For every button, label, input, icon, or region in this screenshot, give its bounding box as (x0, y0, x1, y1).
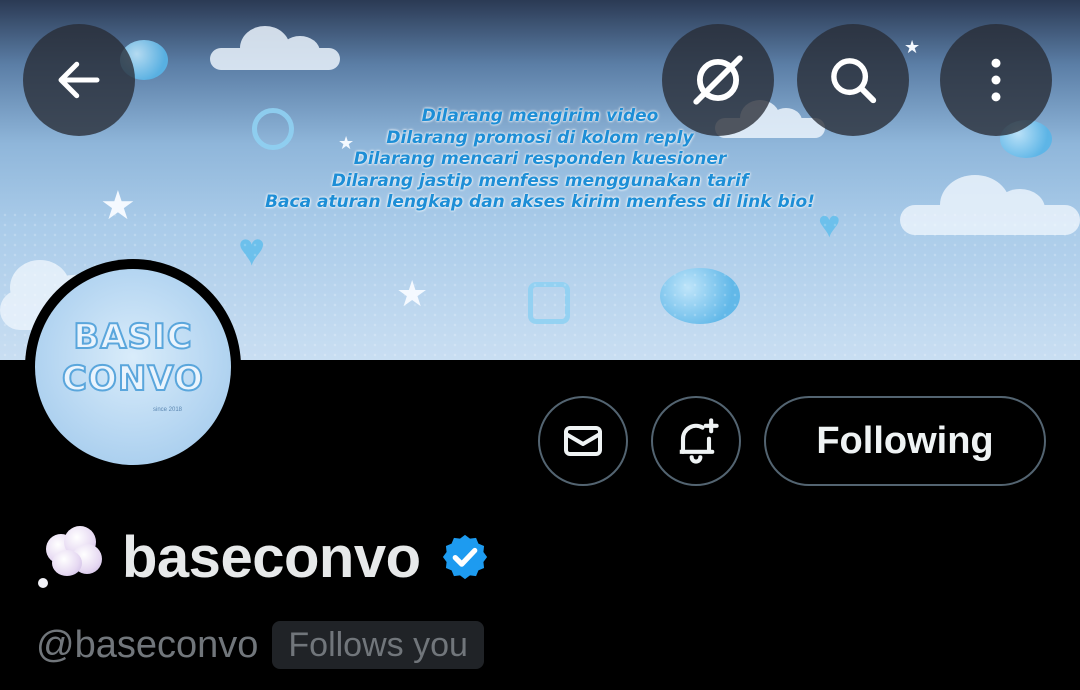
banner-rule-line: Dilarang mencari responden kuesioner (353, 149, 727, 169)
back-button[interactable] (23, 24, 135, 136)
banner-rule-line: Dilarang jastip menfess menggunakan tari… (331, 170, 749, 191)
user-handle: @baseconvo (36, 623, 259, 666)
thought-balloon-icon (36, 522, 108, 592)
arrow-left-icon (58, 61, 100, 99)
notify-button[interactable] (651, 396, 741, 486)
cloud-decoration (210, 26, 340, 70)
profile-handle-row: @baseconvo Follows you (36, 620, 484, 670)
bell-plus-icon (679, 418, 719, 464)
more-options-button[interactable] (940, 24, 1052, 136)
avatar-logo-line: CONVO (61, 358, 204, 400)
avatar-image: BASIC CONVO since 2018 (35, 269, 231, 465)
banner-rules-text: Dilarang mengirim video Dilarang promosi… (0, 106, 1080, 214)
banner-rule-line: Dilarang mengirim video (421, 106, 659, 126)
more-vertical-icon (991, 58, 1001, 102)
avatar-logo-line: BASIC (72, 316, 193, 358)
search-button[interactable] (797, 24, 909, 136)
avatar-small-text: since 2018 (153, 407, 183, 413)
verified-badge-icon[interactable] (439, 531, 491, 583)
heart-decoration: ♥ (238, 223, 266, 275)
follows-you-badge: Follows you (272, 621, 484, 669)
heart-decoration: ♥ (818, 204, 841, 246)
cloud-decoration (900, 175, 1080, 235)
star-decoration: ★ (396, 273, 429, 314)
banner-rule-line: Baca aturan lengkap dan akses kirim menf… (265, 192, 815, 212)
search-icon (831, 58, 877, 104)
profile-name-row: baseconvo (36, 522, 491, 592)
banner-rule-line: Dilarang promosi di kolom reply (386, 127, 694, 148)
star-decoration: ★ (904, 37, 921, 57)
repost-decoration (528, 282, 570, 324)
grok-button[interactable] (662, 24, 774, 136)
profile-avatar[interactable]: BASIC CONVO since 2018 (25, 259, 241, 475)
display-name: baseconvo (122, 524, 421, 590)
mail-icon (564, 426, 602, 456)
message-button[interactable] (538, 396, 628, 486)
speech-bubble-decoration (660, 268, 740, 324)
grok-icon (693, 55, 743, 105)
following-button[interactable]: Following (764, 396, 1046, 486)
